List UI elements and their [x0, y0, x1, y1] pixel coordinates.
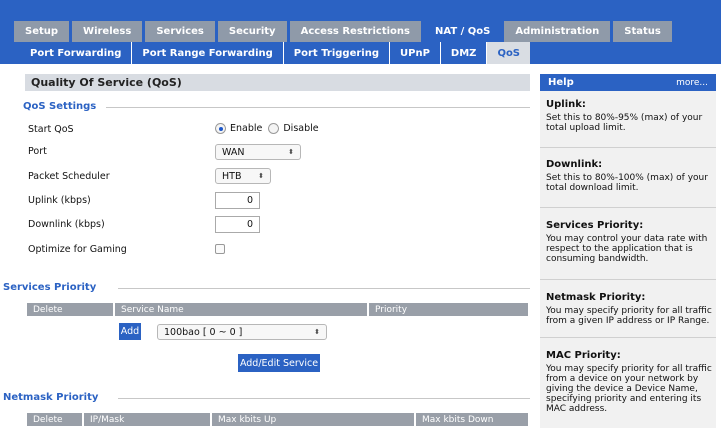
services-table-header: Delete Service Name Priority [27, 303, 528, 316]
col-max-kbits-up: Max kbits Up [212, 413, 416, 426]
downlink-label: Downlink (kbps) [28, 219, 105, 230]
page-title: Quality Of Service (QoS) [25, 74, 530, 91]
sub-navigation-bar: Port Forwarding Port Range Forwarding Po… [0, 42, 721, 64]
subtab-upnp[interactable]: UPnP [390, 42, 441, 64]
help-divider [540, 337, 716, 338]
tab-setup[interactable]: Setup [14, 21, 70, 42]
tab-wireless[interactable]: Wireless [72, 21, 143, 42]
help-more-link[interactable]: more... [676, 78, 708, 88]
disable-radio[interactable] [268, 123, 280, 134]
help-section-text: You may control your data rate with resp… [546, 234, 708, 264]
service-select[interactable]: 100bao [ 0 ~ 0 ] ⬍ [157, 324, 327, 340]
enable-radio[interactable] [215, 123, 226, 134]
col-service-name: Service Name [115, 303, 369, 316]
enable-label: Enable [230, 123, 263, 134]
start-qos-label: Start QoS [28, 124, 74, 135]
help-title: Help [548, 77, 574, 88]
col-delete: Delete [27, 413, 84, 426]
help-downlink: Downlink: Set this to 80%-100% (max) of … [546, 159, 712, 193]
optimize-gaming-control [215, 244, 225, 254]
col-priority: Priority [375, 304, 408, 315]
help-section-title: Downlink: [546, 159, 603, 170]
section-divider [118, 288, 530, 289]
tab-nat-qos[interactable]: NAT / QoS [424, 21, 502, 42]
netmask-priority-title: Netmask Priority [3, 392, 99, 403]
add-service-button[interactable]: Add [119, 323, 141, 340]
tab-security[interactable]: Security [217, 21, 287, 42]
help-header: Help more... [540, 74, 716, 91]
uplink-label: Uplink (kbps) [28, 195, 91, 206]
services-priority-title: Services Priority [3, 282, 97, 293]
help-divider [540, 279, 716, 280]
help-section-title: Uplink: [546, 99, 586, 110]
select-arrows-icon: ⬍ [314, 328, 320, 336]
sub-tabs: Port Forwarding Port Range Forwarding Po… [20, 42, 531, 64]
top-navigation-bar: Setup Wireless Services Security Access … [0, 0, 721, 42]
select-arrows-icon: ⬍ [288, 148, 294, 156]
packet-scheduler-label: Packet Scheduler [28, 171, 110, 182]
port-select[interactable]: WAN ⬍ [215, 144, 301, 160]
help-section-title: MAC Priority: [546, 350, 621, 361]
help-section-text: Set this to 80%-95% (max) of your total … [546, 113, 703, 133]
help-mac-priority: MAC Priority: You may specify priority f… [546, 350, 712, 414]
netmask-table-header: Delete IP/Mask Max kbits Up Max kbits Do… [27, 413, 528, 426]
subtab-qos[interactable]: QoS [487, 42, 531, 64]
section-divider [106, 107, 530, 108]
port-value: WAN [222, 146, 245, 158]
tab-status[interactable]: Status [613, 21, 672, 42]
packet-scheduler-value: HTB [222, 170, 242, 182]
col-delete: Delete [27, 303, 115, 316]
subtab-port-triggering[interactable]: Port Triggering [284, 42, 391, 64]
optimize-gaming-label: Optimize for Gaming [28, 244, 127, 255]
downlink-input[interactable]: 0 [215, 216, 260, 233]
disable-label: Disable [283, 123, 319, 134]
help-uplink: Uplink: Set this to 80%-95% (max) of you… [546, 99, 712, 133]
help-services-priority: Services Priority: You may control your … [546, 220, 712, 264]
tab-access-restrictions[interactable]: Access Restrictions [289, 21, 421, 42]
col-ip-mask: IP/Mask [84, 413, 212, 426]
add-edit-service-button[interactable]: Add/Edit Service [238, 354, 320, 372]
top-tabs: Setup Wireless Services Security Access … [14, 21, 672, 42]
help-panel: Help more... Uplink: Set this to 80%-95%… [540, 74, 716, 428]
uplink-input[interactable]: 0 [215, 192, 260, 209]
tab-administration[interactable]: Administration [504, 21, 611, 42]
tab-services[interactable]: Services [145, 21, 215, 42]
col-max-kbits-down: Max kbits Down [422, 414, 494, 425]
packet-scheduler-select[interactable]: HTB ⬍ [215, 168, 271, 184]
optimize-gaming-checkbox[interactable] [215, 244, 225, 254]
port-label: Port [28, 146, 47, 157]
service-value: 100bao [ 0 ~ 0 ] [164, 326, 243, 338]
help-divider [540, 207, 716, 208]
help-section-title: Services Priority: [546, 220, 644, 231]
section-divider [118, 398, 530, 399]
help-section-text: You may specify priority for all traffic… [546, 364, 712, 414]
select-arrows-icon: ⬍ [258, 172, 264, 180]
help-section-text: You may specify priority for all traffic… [546, 306, 712, 326]
help-netmask-priority: Netmask Priority: You may specify priori… [546, 292, 712, 326]
help-section-text: Set this to 80%-100% (max) of your total… [546, 173, 708, 193]
help-divider [540, 147, 716, 148]
qos-settings-title: QoS Settings [23, 101, 97, 112]
main-panel: Quality Of Service (QoS) QoS Settings St… [3, 64, 534, 428]
content-area: Quality Of Service (QoS) QoS Settings St… [0, 64, 721, 428]
subtab-dmz[interactable]: DMZ [441, 42, 488, 64]
subtab-port-range-forwarding[interactable]: Port Range Forwarding [132, 42, 284, 64]
help-section-title: Netmask Priority: [546, 292, 646, 303]
start-qos-radio-group: Enable Disable [215, 123, 319, 134]
subtab-port-forwarding[interactable]: Port Forwarding [20, 42, 133, 64]
